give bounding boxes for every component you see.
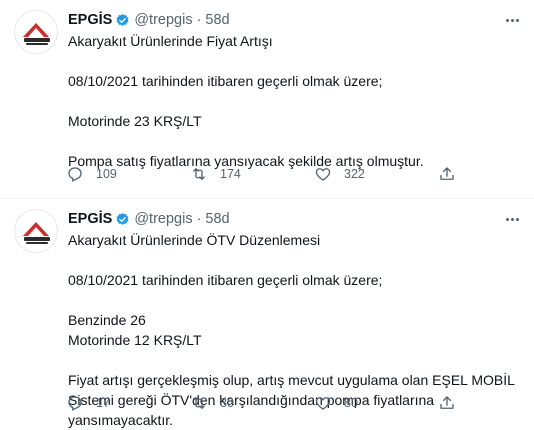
like-count: 80 — [344, 396, 358, 410]
tweet-actions: 17 30 80 — [66, 393, 456, 413]
share-icon — [440, 167, 454, 180]
retweet-count: 174 — [220, 167, 241, 181]
retweet-count: 30 — [220, 396, 234, 410]
tweet-line: Akaryakıt Ürünlerinde Fiyat Artışı — [68, 33, 273, 49]
timestamp[interactable]: 58d — [205, 12, 229, 28]
reply-icon — [68, 167, 82, 182]
share-button[interactable] — [438, 165, 456, 183]
reply-count: 17 — [96, 396, 110, 410]
retweet-button[interactable]: 30 — [190, 394, 314, 412]
avatar[interactable] — [14, 209, 58, 253]
epgis-logo-icon — [23, 222, 50, 244]
tweet-line: Motorinde 12 KRŞ/LT — [68, 332, 202, 348]
tweet[interactable]: EPGİS @trepgis · 58d Akaryakıt Ürünlerin… — [0, 0, 534, 199]
tweet-line: Akaryakıt Ürünlerinde ÖTV Düzenlemesi — [68, 232, 321, 248]
reply-button[interactable]: 109 — [66, 165, 190, 183]
tweet-actions: 109 174 322 — [66, 164, 456, 184]
epgis-logo-icon — [23, 23, 50, 45]
heart-icon — [315, 168, 331, 181]
tweet-header: EPGİS @trepgis · 58d — [68, 11, 230, 29]
author-name[interactable]: EPGİS — [68, 211, 112, 227]
tweet[interactable]: EPGİS @trepgis · 58d Akaryakıt Ürünlerin… — [0, 199, 534, 428]
share-button[interactable] — [438, 394, 456, 412]
separator-dot: · — [196, 12, 202, 28]
reply-button[interactable]: 17 — [66, 394, 190, 412]
reply-icon — [68, 396, 82, 411]
tweet-header: EPGİS @trepgis · 58d — [68, 210, 230, 228]
retweet-icon — [193, 168, 205, 180]
like-count: 322 — [344, 167, 365, 181]
tweet-line: 08/10/2021 tarihinden itibaren geçerli o… — [68, 272, 383, 288]
separator-dot: · — [196, 211, 202, 227]
author-handle[interactable]: @trepgis — [134, 12, 192, 28]
like-button[interactable]: 80 — [314, 394, 438, 412]
timestamp[interactable]: 58d — [205, 211, 229, 227]
retweet-button[interactable]: 174 — [190, 165, 314, 183]
tweet-line: Fiyat artışı gerçekleşmiş olup, artış me… — [68, 372, 515, 388]
heart-icon — [315, 397, 331, 410]
share-icon — [440, 396, 454, 409]
verified-badge-icon — [116, 13, 129, 26]
tweet-line: Benzinde 26 — [68, 312, 146, 328]
tweet-line: 08/10/2021 tarihinden itibaren geçerli o… — [68, 73, 383, 89]
reply-count: 109 — [96, 167, 117, 181]
author-name[interactable]: EPGİS — [68, 12, 112, 28]
avatar[interactable] — [14, 10, 58, 54]
retweet-icon — [193, 397, 205, 409]
tweet-text: Akaryakıt Ürünlerinde Fiyat Artışı 08/10… — [68, 31, 518, 171]
verified-badge-icon — [116, 212, 129, 225]
tweet-line: Motorinde 23 KRŞ/LT — [68, 113, 202, 129]
like-button[interactable]: 322 — [314, 165, 438, 183]
author-handle[interactable]: @trepgis — [134, 211, 192, 227]
more-options-icon[interactable] — [502, 12, 522, 28]
more-options-icon[interactable] — [502, 211, 522, 227]
